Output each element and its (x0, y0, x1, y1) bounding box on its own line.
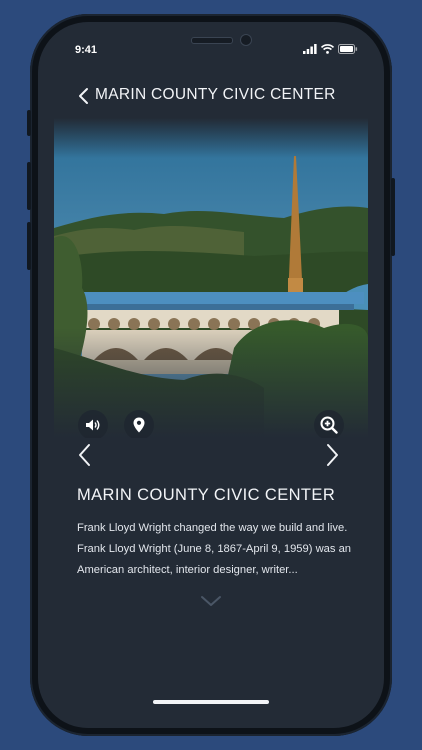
app-screen: 9:41 MARIN COUNTY CIVIC CENTER MARIN COU… (38, 22, 384, 728)
zoom-button[interactable] (314, 410, 344, 438)
status-icons (303, 44, 358, 54)
place-description: Frank Lloyd Wright changed the way we bu… (77, 522, 352, 576)
notch-speaker (191, 37, 233, 44)
status-time: 9:41 (75, 44, 98, 56)
app-header: MARIN COUNTY CIVIC CENTER (38, 80, 384, 112)
speaker-icon (86, 419, 100, 431)
phone-volume-down (27, 222, 31, 270)
map-pin-icon (133, 417, 145, 433)
home-indicator[interactable] (153, 700, 269, 704)
wifi-icon (321, 44, 334, 54)
phone-power-button (391, 178, 395, 256)
expand-description-button[interactable] (199, 594, 223, 608)
audio-button[interactable] (78, 410, 108, 438)
front-camera (240, 34, 252, 46)
place-title: MARIN COUNTY CIVIC CENTER (77, 486, 336, 504)
phone-volume-up (27, 162, 31, 210)
chevron-down-icon (201, 596, 221, 606)
back-button[interactable] (74, 86, 94, 106)
battery-icon (338, 44, 358, 54)
zoom-in-icon (320, 416, 338, 434)
location-button[interactable] (124, 410, 154, 438)
chevron-right-icon (327, 444, 338, 466)
chevron-left-icon (79, 88, 88, 104)
page-title: MARIN COUNTY CIVIC CENTER (95, 86, 336, 103)
previous-button[interactable] (74, 442, 96, 468)
next-button[interactable] (321, 442, 343, 468)
signal-icon (303, 44, 317, 54)
chevron-left-icon (79, 444, 90, 466)
phone-side-button (27, 110, 31, 136)
civic-center-photo[interactable] (54, 118, 368, 438)
